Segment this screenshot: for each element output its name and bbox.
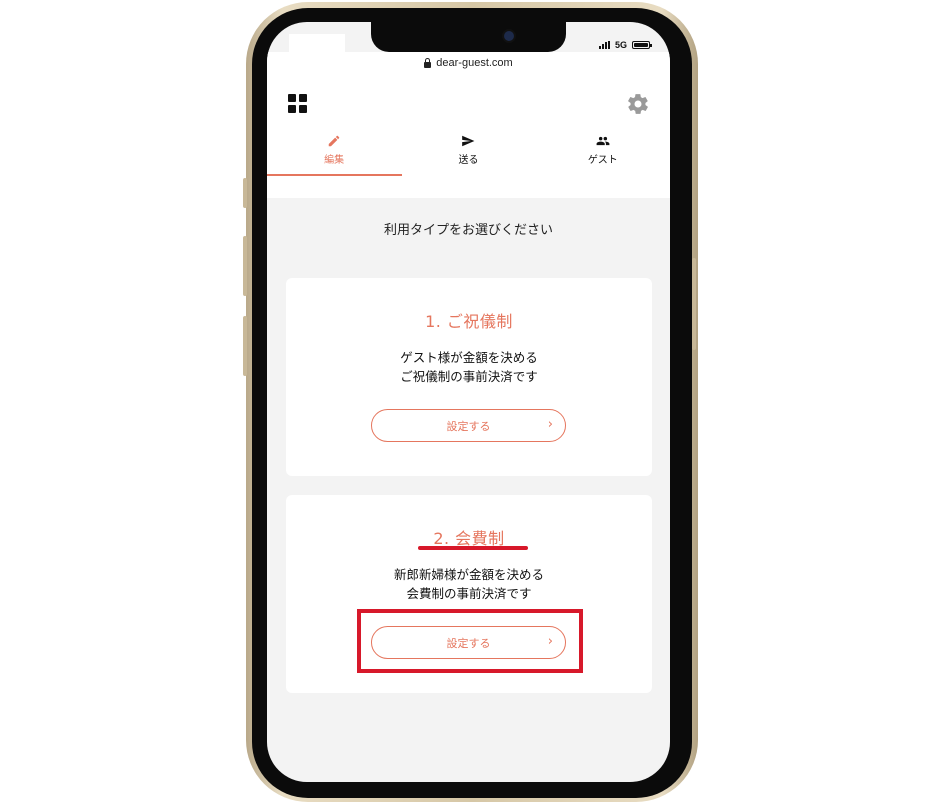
card-desc-line: ゲスト様が金額を決める: [400, 350, 538, 365]
card-description: ゲスト様が金額を決める ご祝儀制の事前決済です: [286, 348, 652, 386]
tab-guest[interactable]: ゲスト: [536, 130, 670, 176]
url-text: dear-guest.com: [436, 57, 513, 69]
tab-label: ゲスト: [587, 155, 618, 166]
side-button: [243, 316, 247, 376]
card-description: 新郎新婦様が金額を決める 会費制の事前決済です: [286, 565, 652, 603]
highlight-underline: [418, 546, 528, 550]
signal-icon: [598, 41, 610, 49]
tab-label: 送る: [458, 155, 479, 166]
active-tab-indicator: [267, 174, 402, 176]
tab-send[interactable]: 送る: [401, 130, 535, 176]
gear-icon[interactable]: [626, 92, 650, 116]
lock-icon: [424, 57, 432, 68]
page-prompt: 利用タイプをお選びください: [383, 223, 553, 238]
plan-card-gift: 1. ご祝儀制 ゲスト様が金額を決める ご祝儀制の事前決済です 設定する ›: [286, 278, 652, 476]
status-time-placeholder: [289, 34, 345, 64]
side-button: [243, 236, 247, 296]
status-bar-right: 5G: [598, 40, 652, 50]
tab-label: 編集: [324, 155, 345, 166]
highlight-box: [357, 609, 583, 673]
side-button: [692, 258, 696, 350]
battery-icon: [632, 41, 652, 49]
chevron-right-icon: ›: [547, 417, 553, 432]
pencil-icon: [328, 135, 340, 147]
notch: [371, 22, 566, 52]
phone-screen: 5G dear-guest.com 編集 送る ゲスト 利用タイプをお選びくださ…: [267, 22, 670, 782]
people-icon: [596, 136, 610, 146]
card-desc-line: 新郎新婦様が金額を決める: [393, 567, 544, 582]
card-title: 1. ご祝儀制: [425, 312, 513, 331]
setup-button-gift[interactable]: 設定する ›: [371, 409, 566, 442]
button-label: 設定する: [446, 419, 491, 433]
network-label: 5G: [614, 40, 627, 50]
grid-menu-icon[interactable]: [288, 94, 307, 113]
side-button: [243, 178, 247, 208]
camera-icon: [504, 31, 514, 41]
tab-edit[interactable]: 編集: [267, 130, 401, 176]
card-desc-line: ご祝儀制の事前決済です: [400, 369, 538, 384]
send-icon: [462, 135, 475, 147]
card-desc-line: 会費制の事前決済です: [406, 586, 532, 601]
tab-bar: 編集 送る ゲスト: [267, 130, 670, 176]
